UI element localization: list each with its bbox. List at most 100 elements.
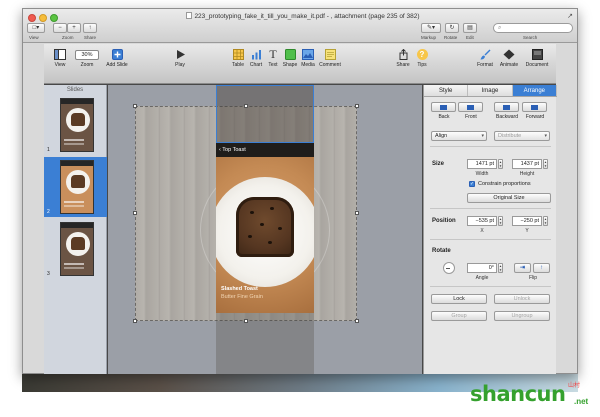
slide-thumbnail-2[interactable]: 2	[44, 157, 107, 217]
position-y-field[interactable]: −250 pt	[512, 216, 542, 226]
width-stepper[interactable]: ▴ ▾	[498, 159, 503, 169]
animate-button[interactable]: Animate	[497, 49, 521, 68]
slide-canvas[interactable]: ‹ Top Toast Slashed Toast Butter Fine Gr…	[108, 85, 422, 374]
resize-handle-br[interactable]	[355, 319, 359, 323]
watermark-text: shancun	[470, 382, 566, 406]
minimize-window-button[interactable]	[39, 14, 47, 22]
tab-style[interactable]: Style	[424, 85, 469, 96]
rotate-dial[interactable]	[443, 262, 455, 274]
markup-button[interactable]: ✎▾	[421, 23, 441, 33]
chart-button[interactable]: Chart	[248, 49, 264, 68]
phone-ghost-image-bottom	[216, 313, 314, 374]
ungroup-button[interactable]: Ungroup	[494, 311, 550, 321]
resize-handle-bm[interactable]	[244, 319, 248, 323]
height-stepper[interactable]: ▴ ▾	[543, 159, 548, 169]
play-label: Play	[175, 62, 185, 68]
tab-image[interactable]: Image	[468, 85, 513, 96]
send-to-back-button[interactable]	[431, 102, 456, 112]
search-input[interactable]: ⌕	[493, 23, 573, 33]
share-icon	[399, 49, 407, 60]
format-label: Format	[477, 62, 493, 68]
table-button[interactable]: Table	[230, 49, 246, 68]
resize-handle-mr[interactable]	[355, 211, 359, 215]
media-button[interactable]: Media	[300, 49, 316, 68]
lock-button[interactable]: Lock	[431, 294, 487, 304]
position-x-field[interactable]: −535 pt	[467, 216, 497, 226]
send-backward-button[interactable]	[494, 102, 519, 112]
format-button[interactable]: Format	[475, 49, 495, 68]
align-popup[interactable]: Align ▾	[431, 131, 487, 141]
comment-icon	[324, 49, 336, 60]
constrain-proportions-checkbox[interactable]: ✓	[469, 181, 475, 187]
play-button[interactable]: Play	[171, 49, 189, 68]
flip-caption: Flip	[528, 275, 538, 281]
fullscreen-icon[interactable]: ↗	[567, 12, 573, 20]
resize-handle-tr[interactable]	[355, 104, 359, 108]
text-label: Text	[268, 62, 278, 68]
rotate-button[interactable]: ↻	[445, 23, 459, 33]
media-label: Media	[301, 62, 315, 68]
text-button[interactable]: T Text	[266, 48, 280, 68]
divider	[430, 239, 551, 240]
position-y-stepper[interactable]: ▴ ▾	[543, 216, 548, 226]
angle-stepper[interactable]: ▴ ▾	[498, 263, 503, 273]
position-x-stepper[interactable]: ▴ ▾	[498, 216, 503, 226]
tab-arrange[interactable]: Arrange	[512, 85, 557, 96]
chevron-down-icon: ▾	[481, 133, 484, 139]
animate-icon	[503, 49, 515, 60]
site-watermark: shancun 山村 .net	[470, 376, 600, 416]
edit-button[interactable]: ▤	[463, 23, 477, 33]
bring-to-front-button[interactable]	[458, 102, 483, 112]
slide-number: 1	[47, 147, 50, 153]
resize-handle-tm[interactable]	[244, 104, 248, 108]
align-popup-value: Align	[435, 133, 448, 139]
tips-button[interactable]: ? Tips	[415, 49, 429, 68]
flip-vertical-button[interactable]: ↑	[533, 263, 550, 273]
distribute-popup-value: Distribute	[498, 133, 522, 139]
width-field[interactable]: 1471 pt	[467, 159, 497, 169]
original-size-button[interactable]: Original Size	[467, 193, 551, 203]
zoom-out-button[interactable]: −	[53, 23, 67, 33]
zoom-window-button[interactable]	[50, 14, 58, 22]
document-button[interactable]: Document	[523, 49, 551, 68]
view-toolbar-item[interactable]: View	[50, 49, 70, 68]
resize-handle-bl[interactable]	[133, 319, 137, 323]
divider	[430, 208, 551, 209]
unlock-button[interactable]: Unlock	[494, 294, 550, 304]
front-icon	[467, 105, 474, 110]
position-y-caption: Y	[525, 228, 529, 234]
resize-handle-tl[interactable]	[133, 104, 137, 108]
close-window-button[interactable]	[28, 14, 36, 22]
slide-thumbnail-1[interactable]: 1	[44, 95, 107, 155]
view-menu-button[interactable]: □▾	[27, 23, 45, 33]
group-button[interactable]: Group	[431, 311, 487, 321]
front-label: Front	[465, 114, 477, 120]
forward-icon	[531, 105, 538, 110]
resize-handle-ml[interactable]	[133, 211, 137, 215]
share-button-keynote[interactable]: Share	[395, 49, 411, 68]
comment-button[interactable]: Comment	[318, 49, 342, 68]
constrain-proportions-label: Constrain proportions	[478, 181, 531, 187]
zoom-in-button[interactable]: +	[67, 23, 81, 33]
add-slide-button[interactable]: Add Slide	[104, 49, 130, 68]
media-icon	[302, 49, 314, 60]
slide-thumbnail-3[interactable]: 3	[44, 219, 107, 279]
zoom-toolbar-item[interactable]: 30% Zoom	[72, 49, 102, 68]
edit-caption: Edit	[466, 35, 474, 40]
zoom-popup[interactable]: 30%	[75, 50, 99, 60]
angle-field[interactable]: 0°	[467, 263, 497, 273]
flip-horizontal-button[interactable]: ⇥	[514, 263, 531, 273]
view-caption: View	[29, 35, 39, 40]
height-field[interactable]: 1437 pt	[512, 159, 542, 169]
document-label: Document	[525, 62, 549, 68]
chart-label: Chart	[249, 62, 263, 68]
back-icon	[440, 105, 447, 110]
shape-button[interactable]: Shape	[282, 49, 298, 68]
slides-title: Slides	[66, 87, 84, 93]
back-label: Back	[438, 114, 450, 120]
distribute-popup[interactable]: Distribute ▾	[494, 131, 550, 141]
bring-forward-button[interactable]	[522, 102, 547, 112]
format-brush-icon	[480, 49, 490, 60]
share-button[interactable]: ↑	[83, 23, 97, 33]
view-label: View	[54, 62, 66, 68]
